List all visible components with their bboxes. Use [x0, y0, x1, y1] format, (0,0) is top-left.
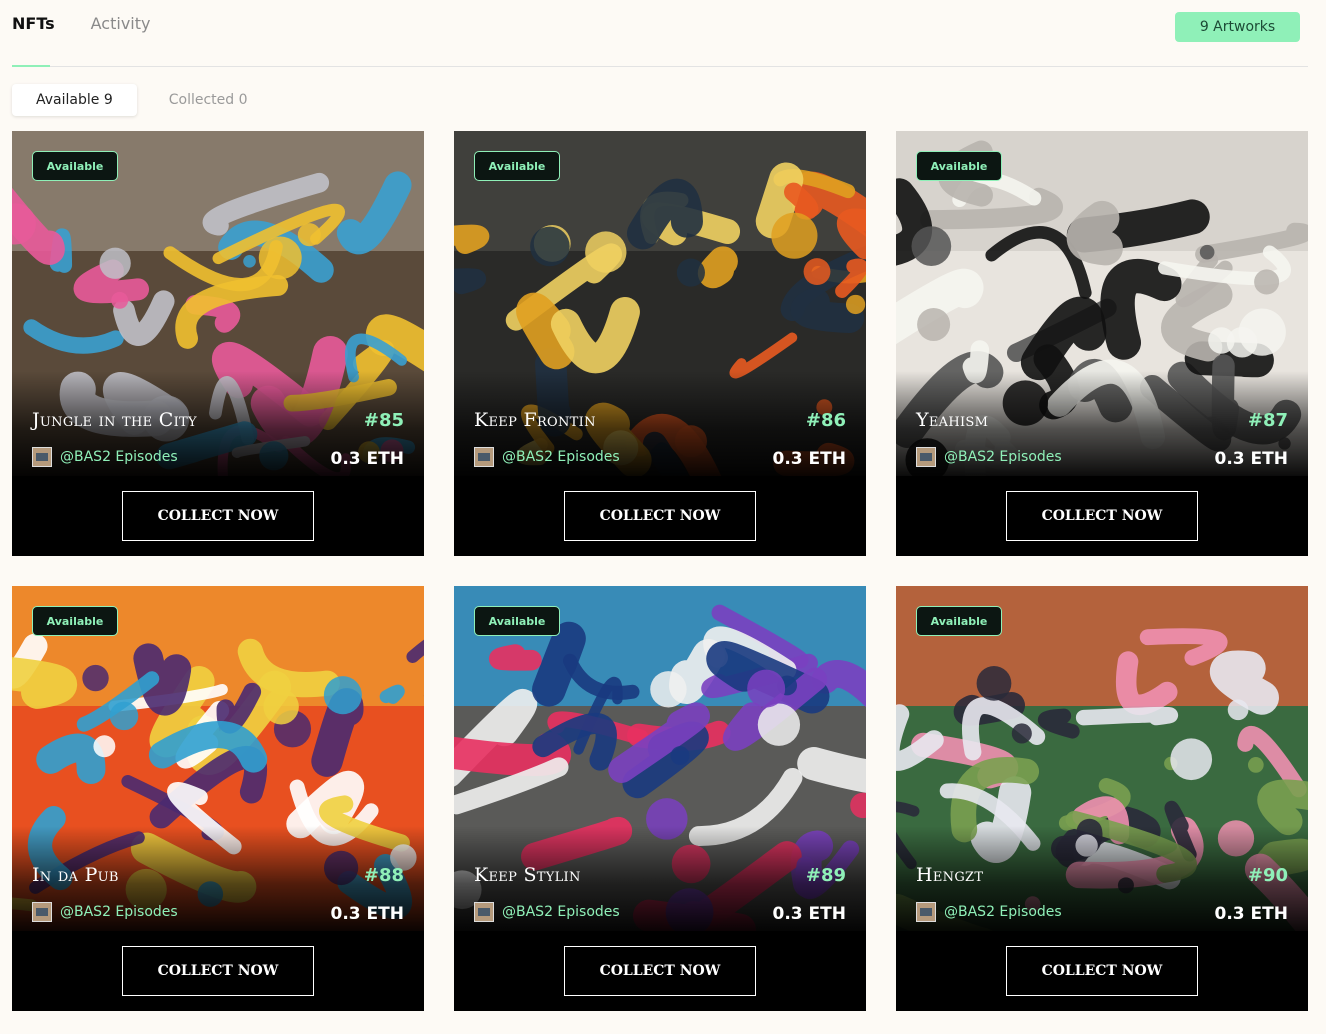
nft-grid: Available Jungle in the City #85 @BAS2 E…: [12, 131, 1308, 1011]
price: 0.3 ETH: [772, 904, 846, 924]
collect-now-button[interactable]: COLLECT NOW: [1006, 491, 1198, 541]
creator-avatar: [474, 447, 494, 467]
nft-card[interactable]: Available Keep Stylin #89 @BAS2 Episodes…: [454, 586, 866, 1011]
creator[interactable]: @BAS2 Episodes: [32, 447, 178, 467]
token-number: #85: [363, 410, 404, 431]
creator-name[interactable]: @BAS2 Episodes: [502, 449, 620, 465]
token-number: #88: [363, 865, 404, 886]
price: 0.3 ETH: [330, 904, 404, 924]
collect-now-button[interactable]: COLLECT NOW: [122, 946, 314, 996]
creator-avatar: [916, 447, 936, 467]
tabs-divider: [12, 66, 1308, 67]
creator-name[interactable]: @BAS2 Episodes: [944, 904, 1062, 920]
status-badge: Available: [916, 151, 1002, 181]
collect-now-button[interactable]: COLLECT NOW: [1006, 946, 1198, 996]
nft-card[interactable]: Available In da Pub #88 @BAS2 Episodes 0…: [12, 586, 424, 1011]
nft-card[interactable]: Available Jungle in the City #85 @BAS2 E…: [12, 131, 424, 556]
status-badge: Available: [32, 606, 118, 636]
creator[interactable]: @BAS2 Episodes: [916, 902, 1062, 922]
creator-name[interactable]: @BAS2 Episodes: [60, 449, 178, 465]
nft-card[interactable]: Available Keep Frontin #86 @BAS2 Episode…: [454, 131, 866, 556]
price: 0.3 ETH: [1214, 449, 1288, 469]
nft-title[interactable]: Keep Stylin: [474, 864, 581, 886]
creator[interactable]: @BAS2 Episodes: [474, 902, 620, 922]
status-badge: Available: [916, 606, 1002, 636]
nft-card[interactable]: Available Hengzt #90 @BAS2 Episodes 0.3 …: [896, 586, 1308, 1011]
token-number: #87: [1247, 410, 1288, 431]
creator-name[interactable]: @BAS2 Episodes: [60, 904, 178, 920]
filter-tabs: Available 9 Collected 0: [12, 84, 272, 116]
price: 0.3 ETH: [330, 449, 404, 469]
collect-now-button[interactable]: COLLECT NOW: [564, 946, 756, 996]
creator[interactable]: @BAS2 Episodes: [474, 447, 620, 467]
token-number: #86: [805, 410, 846, 431]
creator-avatar: [916, 902, 936, 922]
status-badge: Available: [32, 151, 118, 181]
tab-activity[interactable]: Activity: [91, 12, 151, 40]
active-tab-indicator: [12, 65, 50, 67]
filter-available[interactable]: Available 9: [12, 84, 137, 116]
status-badge: Available: [474, 151, 560, 181]
creator[interactable]: @BAS2 Episodes: [32, 902, 178, 922]
creator-name[interactable]: @BAS2 Episodes: [944, 449, 1062, 465]
status-badge: Available: [474, 606, 560, 636]
creator-avatar: [32, 447, 52, 467]
nft-title[interactable]: Jungle in the City: [32, 409, 197, 431]
token-number: #89: [805, 865, 846, 886]
creator-avatar: [474, 902, 494, 922]
creator-avatar: [32, 902, 52, 922]
filter-collected[interactable]: Collected 0: [145, 84, 272, 116]
nft-title[interactable]: Yeahism: [916, 409, 988, 431]
nft-title[interactable]: Keep Frontin: [474, 409, 596, 431]
collect-now-button[interactable]: COLLECT NOW: [564, 491, 756, 541]
nft-title[interactable]: Hengzt: [916, 864, 983, 886]
creator[interactable]: @BAS2 Episodes: [916, 447, 1062, 467]
price: 0.3 ETH: [772, 449, 846, 469]
token-number: #90: [1247, 865, 1288, 886]
creator-name[interactable]: @BAS2 Episodes: [502, 904, 620, 920]
artworks-count-badge: 9 Artworks: [1175, 12, 1300, 42]
nft-title[interactable]: In da Pub: [32, 864, 119, 886]
tab-nfts[interactable]: NFTs: [12, 12, 55, 40]
profile-tabs: NFTs Activity: [12, 12, 150, 40]
collect-now-button[interactable]: COLLECT NOW: [122, 491, 314, 541]
nft-card[interactable]: Available Yeahism #87 @BAS2 Episodes 0.3…: [896, 131, 1308, 556]
price: 0.3 ETH: [1214, 904, 1288, 924]
